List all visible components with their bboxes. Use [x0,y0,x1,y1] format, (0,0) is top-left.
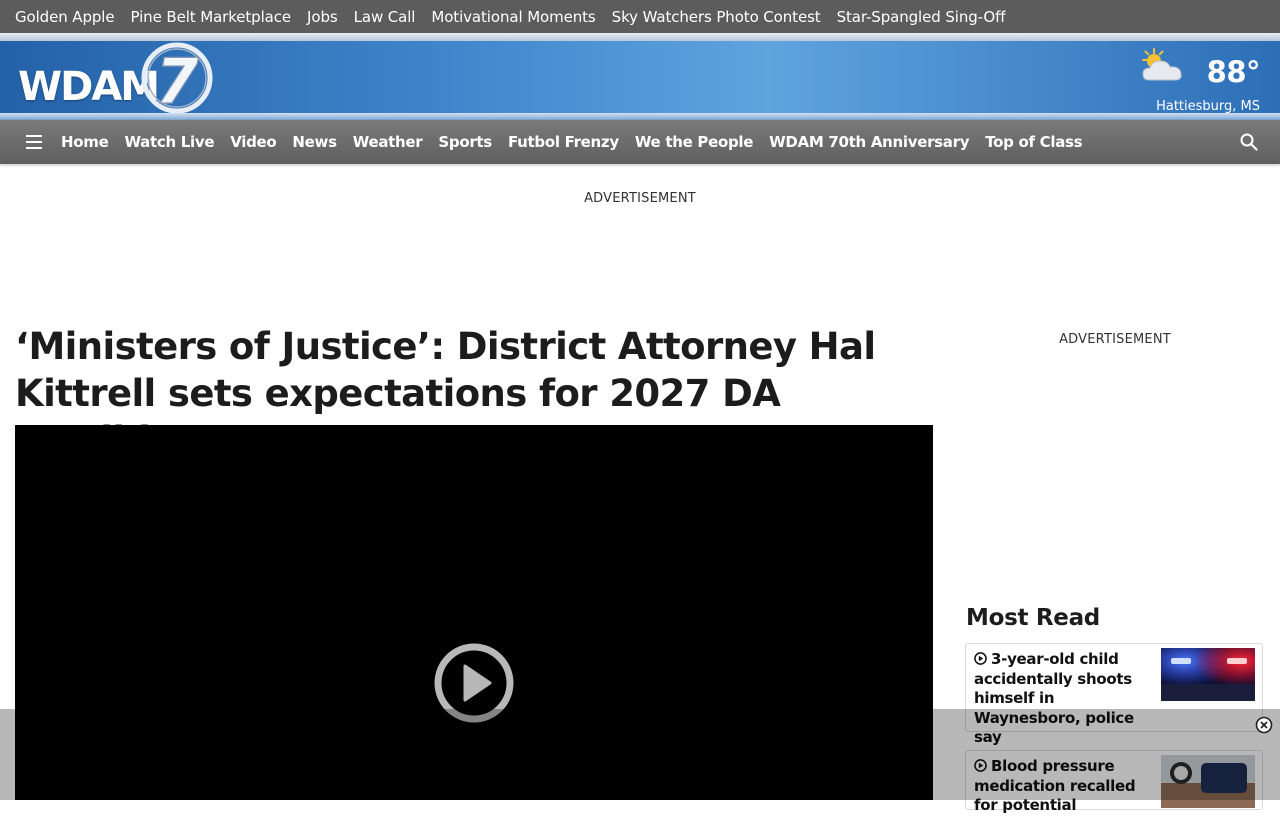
close-circle-icon[interactable] [1255,716,1273,734]
nav-item-home[interactable]: Home [61,133,109,151]
sidebar-ad-label: ADVERTISEMENT [1059,332,1171,347]
nav-item-news[interactable]: News [292,133,337,151]
topbar-link-sky-watchers[interactable]: Sky Watchers Photo Contest [612,8,821,26]
nav-item-video[interactable]: Video [230,133,277,151]
brand-header: WDAM 7 88° Hattiesburg, MS [0,41,1280,115]
brand-header-divider [0,113,1280,120]
most-read-item-title-text: 3-year-old child accidentally shoots him… [974,650,1134,746]
topbar-link-pine-belt-marketplace[interactable]: Pine Belt Marketplace [131,8,292,26]
play-button-icon[interactable] [434,643,514,723]
most-read-heading: Most Read [966,605,1100,631]
most-read-item[interactable]: 3-year-old child accidentally shoots him… [965,643,1263,746]
nav-item-top-of-class[interactable]: Top of Class [985,133,1082,151]
most-read-item-title-text: Blood pressure medication recalled for p… [974,757,1136,814]
video-player[interactable] [15,425,933,800]
hamburger-menu-icon[interactable] [26,135,42,149]
most-read-item-title[interactable]: 3-year-old child accidentally shoots him… [974,650,1156,748]
topbar-link-golden-apple[interactable]: Golden Apple [15,8,115,26]
top-ad-label: ADVERTISEMENT [584,191,696,206]
top-utility-bar: Golden Apple Pine Belt Marketplace Jobs … [0,0,1280,33]
logo-seven-icon: 7 [141,42,213,115]
weather-location: Hattiesburg, MS [1156,99,1260,114]
nav-item-weather[interactable]: Weather [353,133,423,151]
nav-item-sports[interactable]: Sports [438,133,492,151]
topbar-link-star-spangled[interactable]: Star-Spangled Sing-Off [837,8,1006,26]
topbar-divider [0,33,1280,41]
play-circle-icon [974,759,987,772]
topbar-link-law-call[interactable]: Law Call [354,8,416,26]
police-lights-thumbnail[interactable] [1161,648,1255,701]
nav-item-futbol-frenzy[interactable]: Futbol Frenzy [508,133,619,151]
most-read-item-title[interactable]: Blood pressure medication recalled for p… [974,757,1156,816]
weather-widget[interactable]: 88° Hattiesburg, MS [1140,47,1261,114]
play-circle-icon [974,652,987,665]
nav-item-watch-live[interactable]: Watch Live [124,133,214,151]
search-icon[interactable] [1240,133,1258,151]
nav-item-we-the-people[interactable]: We the People [635,133,754,151]
logo-number: 7 [155,45,199,115]
weather-temperature: 88° [1206,55,1261,89]
main-nav: Home Watch Live Video News Weather Sport… [0,120,1280,164]
most-read-item[interactable]: Blood pressure medication recalled for p… [965,750,1263,814]
blood-pressure-cuff-thumbnail[interactable] [1161,755,1255,808]
topbar-link-motivational-moments[interactable]: Motivational Moments [431,8,595,26]
nav-item-wdam-70th[interactable]: WDAM 70th Anniversary [769,133,969,151]
topbar-link-jobs[interactable]: Jobs [307,8,338,26]
site-logo[interactable]: WDAM 7 [18,41,218,115]
partly-cloudy-icon [1142,48,1182,81]
